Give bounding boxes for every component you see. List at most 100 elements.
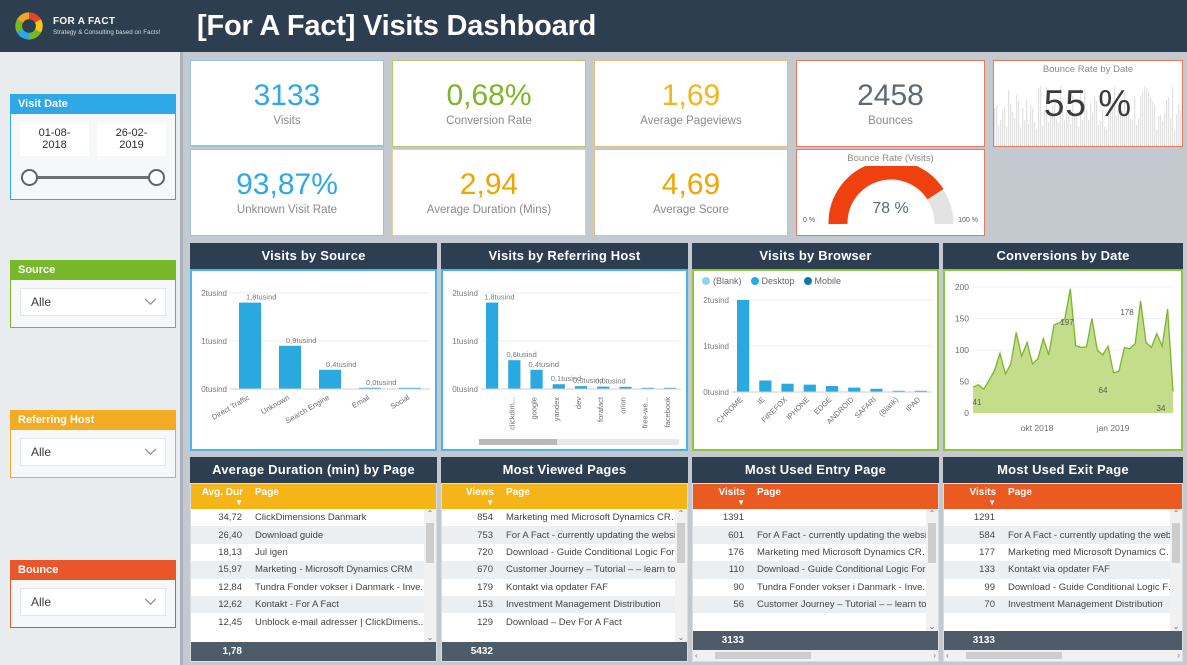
table-row[interactable]: 99 Download - Guide Conditional Logic For… xyxy=(944,579,1182,596)
chart-visits-by-referring-host[interactable]: 0tusind 1tusind 2tusind 1,8tusind 0,6tusind… xyxy=(443,271,686,449)
table-row[interactable]: 177 Marketing med Microsoft Dynamics CRM … xyxy=(944,544,1182,561)
table-row[interactable]: 854 Marketing med Microsoft Dynamics CRM … xyxy=(442,509,687,526)
visit-date-from-input[interactable]: 01-08-2018 xyxy=(20,122,89,156)
table-row[interactable]: 753 For A Fact - currently updating the w… xyxy=(442,526,687,544)
column-header-page[interactable]: Page xyxy=(1002,484,1182,498)
chart-visits-by-browser[interactable]: 0tusind1tusind2tusindCHROME IEFIREFOXIPHO… xyxy=(694,286,937,446)
vertical-scrollbar[interactable]: ⌃ ⌄ xyxy=(1170,509,1182,631)
horizontal-scrollbar[interactable]: ‹ › xyxy=(693,650,938,661)
table-row[interactable]: 176 Marketing med Microsoft Dynamics CRM … xyxy=(693,544,938,561)
table-row[interactable]: 18,13 Jul igen xyxy=(191,544,436,561)
column-header-views[interactable]: Views ▼ xyxy=(442,484,500,507)
scroll-right-icon[interactable]: › xyxy=(933,651,936,660)
legend-item-mobile[interactable]: Mobile xyxy=(803,276,841,286)
vertical-scrollbar[interactable]: ⌃ ⌄ xyxy=(424,509,436,642)
scrollbar-thumb[interactable] xyxy=(426,523,434,563)
kpi-card-unknown-visit-rate[interactable]: 93,87% Unknown Visit Rate xyxy=(190,149,384,236)
table-row[interactable]: 12,62 Kontakt - For A Fact xyxy=(191,595,436,614)
column-header-page[interactable]: Page xyxy=(751,484,938,498)
scroll-up-icon[interactable]: ⌃ xyxy=(929,509,936,518)
bounce-dropdown[interactable]: Alle xyxy=(20,588,166,616)
scrollbar-thumb[interactable] xyxy=(677,523,685,563)
legend-item-desktop[interactable]: Desktop xyxy=(750,276,795,286)
table-row[interactable]: 1291 xyxy=(944,509,1182,526)
slider-handle-start[interactable] xyxy=(21,169,38,186)
table-row[interactable]: 153 Investment Management Distribution xyxy=(442,595,687,614)
table-row[interactable]: 601 For A Fact - currently updating the w… xyxy=(693,526,938,544)
logo-subtitle: Strategy & Consulting based on Facts! xyxy=(53,28,161,36)
vertical-scrollbar[interactable]: ⌃ ⌄ xyxy=(675,509,687,642)
cell-page: Customer Journey – Tutorial – – learn to… xyxy=(506,564,687,576)
visit-date-to-input[interactable]: 26-02-2019 xyxy=(97,122,166,156)
scroll-down-icon[interactable]: ⌄ xyxy=(427,633,434,642)
scrollbar-thumb[interactable] xyxy=(928,523,936,563)
table-row[interactable]: 129 Download – Dev For A Fact xyxy=(442,613,687,630)
horizontal-scrollbar[interactable]: ‹ › xyxy=(944,650,1182,661)
slicer-source-label: Source xyxy=(11,261,175,280)
table-row[interactable]: 110 Download - Guide Conditional Logic Fo… xyxy=(693,561,938,579)
kpi-card-visits[interactable]: 3133 Visits xyxy=(190,60,384,147)
scroll-down-icon[interactable]: ⌄ xyxy=(929,622,936,631)
card-bounce-rate-by-date[interactable]: Bounce Rate by Date 55 % xyxy=(993,60,1183,147)
table-row[interactable]: 720 Download - Guide Conditional Logic Fo… xyxy=(442,544,687,561)
source-dropdown[interactable]: Alle xyxy=(20,288,166,316)
kpi-card-average-pageviews[interactable]: 1,69 Average Pageviews xyxy=(594,60,788,147)
table-total-value: 5432 xyxy=(470,646,493,657)
kpi-conversion-value: 0,68% xyxy=(446,79,532,112)
kpi-card-conversion-rate[interactable]: 0,68% Conversion Rate xyxy=(392,60,586,147)
legend-item-blank[interactable]: (Blank) xyxy=(702,276,742,286)
panel-visits-by-source-title: Visits by Source xyxy=(190,243,437,269)
panel-conversions-by-date: Conversions by Date 0 50 100 150 200 okt 201… xyxy=(943,243,1183,451)
table-total-value: 3133 xyxy=(721,635,744,646)
panel-visits-by-browser-body[interactable]: (Blank) Desktop Mobile 0tusind 1tusind 2tu… xyxy=(692,269,939,451)
visit-date-range-slider[interactable] xyxy=(20,166,166,188)
panel-visits-by-referring-host-body[interactable]: 0tusind 1tusind 2tusind 1,8tusind 0,6tusind… xyxy=(441,269,688,451)
scrollbar-thumb[interactable] xyxy=(1172,523,1180,563)
panel-conversions-by-date-body[interactable]: 0 50 100 150 200 okt 2018 jan 2019 41 197 178 64 3… xyxy=(943,269,1183,451)
scrollbar-thumb-h[interactable] xyxy=(966,652,1062,659)
chart-conversions-by-date[interactable]: 0 50 100 150 200 okt 2018 jan 2019 41 197 178 64 3… xyxy=(945,271,1181,449)
scroll-left-icon[interactable]: ‹ xyxy=(695,651,698,660)
slider-handle-end[interactable] xyxy=(148,169,165,186)
table-row[interactable]: 70 Investment Management Distribution xyxy=(944,595,1182,614)
scrollbar-thumb-h[interactable] xyxy=(715,652,811,659)
kpi-card-average-score[interactable]: 4,69 Average Score xyxy=(594,149,788,236)
table-row[interactable]: 1391 xyxy=(693,509,938,526)
scroll-right-icon[interactable]: › xyxy=(1177,651,1180,660)
scroll-down-icon[interactable]: ⌄ xyxy=(678,633,685,642)
table-row[interactable]: 90 Tundra Fonder vokser i Danmark - Inve.… xyxy=(693,579,938,596)
table-row[interactable]: 26,40 Download guide xyxy=(191,526,436,544)
table-row[interactable]: 133 Kontakt via opdater FAF xyxy=(944,561,1182,579)
panel-visits-by-source-body[interactable]: 0tusind 1tusind 2tusind 1,8tusind 0,9tusind… xyxy=(190,269,437,451)
table-body[interactable]: 34,72 ClickDimensions Danmark 26,40 Downloa… xyxy=(191,509,436,642)
vertical-scrollbar[interactable]: ⌃ ⌄ xyxy=(926,509,938,631)
gauge-bounce-rate-visits[interactable]: Bounce Rate (Visits) 78 % 0 % 100 % xyxy=(796,149,985,236)
kpi-card-bounces[interactable]: 2458 Bounces xyxy=(796,60,985,147)
table-row[interactable]: 670 Customer Journey – Tutorial – – learn… xyxy=(442,561,687,579)
column-header-visits[interactable]: Visits ▼ xyxy=(693,484,751,507)
table-body[interactable]: 854 Marketing med Microsoft Dynamics CRM … xyxy=(442,509,687,642)
scroll-up-icon[interactable]: ⌃ xyxy=(678,509,685,518)
column-header-page[interactable]: Page xyxy=(500,484,687,498)
column-header-page[interactable]: Page xyxy=(249,484,436,498)
column-header-visits[interactable]: Visits ▼ xyxy=(944,484,1002,507)
kpi-card-average-duration[interactable]: 2,94 Average Duration (Mins) xyxy=(392,149,586,236)
table-row[interactable]: 12,45 Unblock e-mail adresser | ClickDime… xyxy=(191,613,436,630)
scroll-down-icon[interactable]: ⌄ xyxy=(1173,622,1180,631)
slicer-bounce-label: Bounce xyxy=(11,561,175,580)
referring-host-dropdown[interactable]: Alle xyxy=(20,438,166,466)
table-row[interactable]: 179 Kontakt via opdater FAF xyxy=(442,579,687,596)
column-header-avg-dur[interactable]: Avg. Dur ▼ xyxy=(191,484,249,507)
scroll-up-icon[interactable]: ⌃ xyxy=(1173,509,1180,518)
table-row[interactable]: 584 For A Fact - currently updating the w… xyxy=(944,526,1182,544)
table-body[interactable]: 1291 584 For A Fact - currently updating t… xyxy=(944,509,1182,631)
table-body[interactable]: 1391 601 For A Fact - currently updating t… xyxy=(693,509,938,631)
table-row[interactable]: 56 Customer Journey – Tutorial – – learn … xyxy=(693,595,938,614)
chart-visits-by-source[interactable]: 0tusind 1tusind 2tusind 1,8tusind 0,9tusind… xyxy=(192,271,435,449)
table-row[interactable]: 12,84 Tundra Fonder vokser i Danmark - In… xyxy=(191,579,436,596)
table-row[interactable]: 15,97 Marketing - Microsoft Dynamics CRM xyxy=(191,561,436,579)
table-row[interactable]: 34,72 ClickDimensions Danmark xyxy=(191,509,436,526)
table-header-row: Avg. Dur ▼ Page xyxy=(191,484,436,509)
scroll-left-icon[interactable]: ‹ xyxy=(946,651,949,660)
scroll-up-icon[interactable]: ⌃ xyxy=(427,509,434,518)
